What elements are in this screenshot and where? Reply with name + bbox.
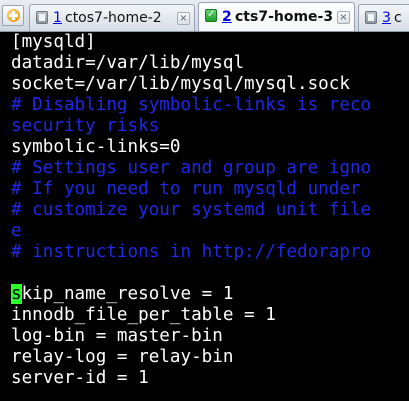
tab-number: 3 xyxy=(382,10,391,26)
terminal-line: socket=/var/lib/mysql/mysql.sock xyxy=(11,74,350,94)
session-tab-bar: 1 ctos7-home-2 × 2 cts7-home-3 × 3 c xyxy=(0,0,409,32)
tab-number: 1 xyxy=(53,10,62,26)
text-cursor: s xyxy=(11,284,22,304)
close-tab-icon[interactable]: × xyxy=(177,12,190,25)
close-tab-icon[interactable]: × xyxy=(337,11,350,24)
tab-session-1[interactable]: 1 ctos7-home-2 × xyxy=(29,4,195,31)
tab-number: 2 xyxy=(222,9,232,25)
terminal-line: datadir=/var/lib/mysql xyxy=(11,53,245,73)
terminal-line: innodb_file_per_table = 1 xyxy=(11,305,276,325)
tab-label: cts7-home-3 xyxy=(235,9,334,25)
tab-label: c xyxy=(394,10,402,26)
session-connected-check-icon xyxy=(205,9,217,22)
terminal-comment-line: # Disabling symbolic-links is reco xyxy=(11,95,372,115)
terminal-line: relay-log = relay-bin xyxy=(11,347,234,367)
terminal-comment-line: # customize your systemd unit file xyxy=(11,200,372,220)
terminal-comment-line: e xyxy=(11,221,22,241)
new-session-button[interactable] xyxy=(2,5,24,26)
plus-circle-icon xyxy=(7,9,20,22)
terminal-comment-line: security risks xyxy=(11,116,160,136)
session-disconnected-icon xyxy=(365,11,377,24)
terminal-line: server-id = 1 xyxy=(11,368,149,388)
terminal-line: [mysqld] xyxy=(11,32,96,52)
tab-session-2[interactable]: 2 cts7-home-3 × xyxy=(198,2,355,31)
terminal-line-text: kip_name_resolve = 1 xyxy=(21,284,234,304)
terminal-cursor-line: skip_name_resolve = 1 xyxy=(11,284,233,305)
tab-session-3[interactable]: 3 c xyxy=(358,4,409,31)
session-disconnected-icon xyxy=(36,11,48,24)
tab-label: ctos7-home-2 xyxy=(65,10,162,26)
terminal-line: symbolic-links=0 xyxy=(11,137,181,157)
terminal-line: log-bin = master-bin xyxy=(11,326,223,346)
terminal-output[interactable]: [mysqld] datadir=/var/lib/mysql socket=/… xyxy=(0,32,409,401)
terminal-comment-line: # instructions in http://fedorapro xyxy=(11,242,372,262)
terminal-comment-line: # If you need to run mysqld under xyxy=(11,179,361,199)
terminal-comment-line: # Settings user and group are igno xyxy=(11,158,372,178)
